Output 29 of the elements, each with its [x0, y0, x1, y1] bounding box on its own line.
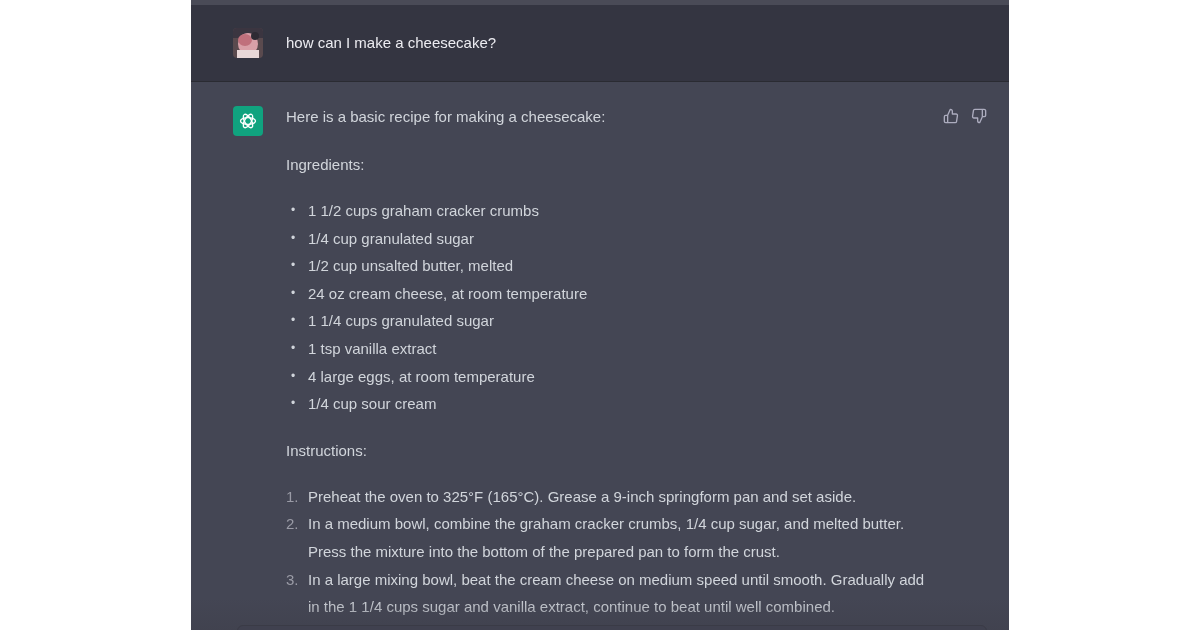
ingredient-text: 1 1/4 cups granulated sugar [308, 311, 494, 332]
intro-text: Here is a basic recipe for making a cheesecake: [286, 107, 607, 127]
step-text: In a medium bowl, combine the graham cracker crumbs, 1/4 cup sugar, and melted butter. Press the mixture into the bottom of the prepared pan to form the crust. [308, 514, 906, 562]
thumbs-down-icon[interactable] [971, 108, 987, 124]
ingredient-text: 1 tsp vanilla extract [308, 338, 437, 359]
step-text: Preheat the oven to 325°F (165°C). Grease a 9-inch springform pan and set aside. [308, 486, 857, 507]
ingredient-text: 4 large eggs, at room temperature [308, 366, 535, 387]
ingredients-heading: Ingredients: [286, 155, 366, 175]
bullet: • [290, 257, 297, 275]
ingredient-text: 1/4 cup sour cream [308, 394, 437, 415]
bullet: • [290, 339, 297, 357]
step-number: 3. [286, 569, 300, 590]
step-text: In a large mixing bowl, beat the cream cheese on medium speed until smooth. Gradually add in the 1 1/4 cups sugar and vanilla extract, continue to beat until well combined. [308, 569, 926, 618]
instructions-heading: Instructions: [286, 440, 368, 461]
step-number: 2. [286, 514, 300, 535]
bullet: • [290, 202, 297, 219]
user-message: how can I make a cheesecake? [286, 32, 497, 53]
ingredient-text: 1 1/2 cups graham cracker crumbs [308, 201, 539, 221]
assistant-logo-icon [233, 106, 263, 136]
bullet: • [290, 312, 297, 330]
ingredient-text: 1/4 cup granulated sugar [308, 228, 474, 249]
bullet: • [290, 395, 297, 413]
thumbs-up-icon[interactable] [943, 108, 959, 124]
bullet: • [290, 284, 297, 302]
ingredient-text: 1/2 cup unsalted butter, melted [308, 256, 514, 277]
ingredient-text: 24 oz cream cheese, at room temperature [308, 283, 588, 304]
step-number: 1. [286, 486, 300, 507]
bullet: • [290, 367, 297, 385]
bullet: • [290, 229, 297, 247]
